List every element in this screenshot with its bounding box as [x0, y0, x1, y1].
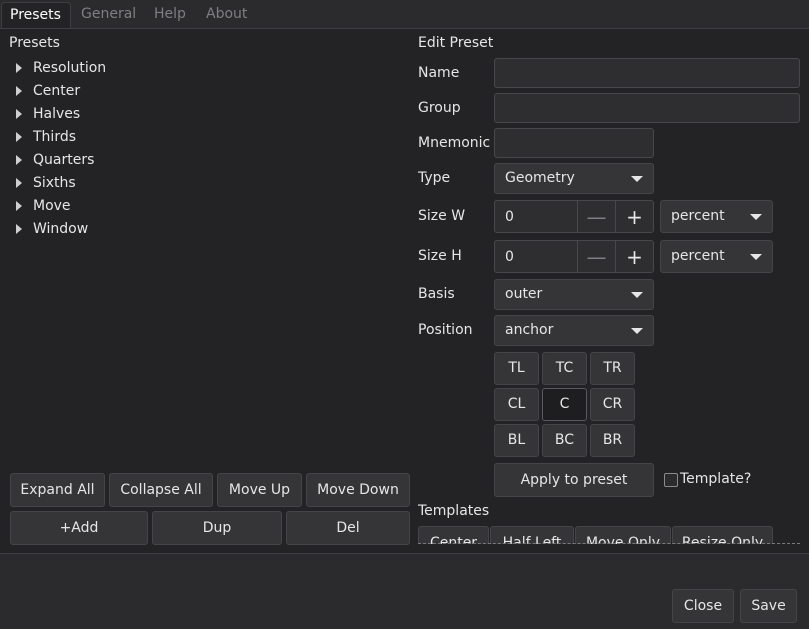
template-resize-only-button[interactable]: Resize Only	[672, 526, 773, 544]
minus-icon[interactable]: —	[577, 241, 615, 272]
size-h-value[interactable]: 0	[505, 241, 514, 272]
tree-item-label: Sixths	[33, 175, 76, 191]
tree-item-label: Move	[33, 198, 71, 214]
tab-help[interactable]: Help	[146, 2, 194, 28]
size-h-label: Size H	[418, 248, 462, 264]
anchor-br-button[interactable]: BR	[590, 424, 635, 457]
anchor-tr-button[interactable]: TR	[590, 352, 635, 385]
tab-presets[interactable]: Presets	[1, 2, 71, 28]
size-w-label: Size W	[418, 208, 466, 224]
del-button[interactable]: Del	[286, 511, 410, 545]
chevron-down-icon	[631, 291, 643, 298]
scroll-edge-divider	[418, 543, 800, 544]
anchor-tc-button[interactable]: TC	[542, 352, 587, 385]
tree-item-label: Thirds	[33, 129, 77, 145]
size-w-unit-value: percent	[671, 208, 725, 224]
tree-item-label: Center	[33, 83, 81, 99]
position-label: Position	[418, 322, 473, 338]
type-label: Type	[418, 170, 451, 186]
size-h-unit-dropdown[interactable]: percent	[660, 240, 773, 273]
expander-icon[interactable]	[16, 86, 22, 96]
type-dropdown[interactable]: Geometry	[494, 163, 654, 194]
save-button[interactable]: Save	[740, 589, 797, 623]
basis-dropdown[interactable]: outer	[494, 279, 654, 310]
expander-icon[interactable]	[16, 178, 22, 188]
move-down-button[interactable]: Move Down	[306, 473, 410, 507]
anchor-bc-button[interactable]: BC	[542, 424, 587, 457]
tree-item-halves[interactable]: Halves	[14, 103, 80, 125]
size-w-value[interactable]: 0	[505, 201, 514, 232]
type-value: Geometry	[505, 170, 575, 186]
template-move-only-button[interactable]: Move Only	[575, 526, 671, 544]
position-value: anchor	[505, 322, 554, 338]
tree-item-label: Window	[33, 221, 89, 237]
plus-icon[interactable]: +	[615, 241, 653, 272]
tree-item-resolution[interactable]: Resolution	[14, 57, 106, 79]
tree-item-quarters[interactable]: Quarters	[14, 149, 94, 171]
name-label: Name	[418, 65, 460, 81]
mnemonic-label: Mnemonic	[418, 135, 491, 151]
plus-icon[interactable]: +	[615, 201, 653, 232]
chevron-down-icon	[631, 327, 643, 334]
anchor-c-button[interactable]: C	[542, 388, 587, 421]
chevron-down-icon	[750, 253, 762, 260]
group-field[interactable]	[494, 93, 800, 123]
anchor-tl-button[interactable]: TL	[494, 352, 539, 385]
template-center-button[interactable]: Center	[418, 526, 489, 544]
size-h-unit-value: percent	[671, 248, 725, 264]
tab-about[interactable]: About	[198, 2, 255, 28]
collapse-all-button[interactable]: Collapse All	[109, 473, 213, 507]
name-field[interactable]	[494, 58, 800, 88]
template-half-left-button[interactable]: Half Left	[490, 526, 574, 544]
anchor-cl-button[interactable]: CL	[494, 388, 539, 421]
move-up-button[interactable]: Move Up	[217, 473, 302, 507]
expander-icon[interactable]	[16, 155, 22, 165]
expander-icon[interactable]	[16, 132, 22, 142]
expander-icon[interactable]	[16, 109, 22, 119]
expander-icon[interactable]	[16, 201, 22, 211]
template-checkbox-label[interactable]: Template?	[680, 471, 751, 487]
apply-to-preset-button[interactable]: Apply to preset	[494, 463, 654, 497]
templates-strip: Center Half Left Move Only Resize Only	[418, 526, 800, 544]
expander-icon[interactable]	[16, 224, 22, 234]
template-checkbox[interactable]	[664, 473, 678, 487]
expander-icon[interactable]	[16, 63, 22, 73]
tree-item-label: Halves	[33, 106, 81, 122]
size-w-spinner[interactable]: 0 — +	[494, 200, 654, 233]
chevron-down-icon	[631, 175, 643, 182]
dup-button[interactable]: Dup	[152, 511, 282, 545]
close-button[interactable]: Close	[672, 589, 734, 623]
tree-item-label: Quarters	[33, 152, 95, 168]
tree-item-sixths[interactable]: Sixths	[14, 172, 76, 194]
tree-item-move[interactable]: Move	[14, 195, 71, 217]
tree-item-label: Resolution	[33, 60, 107, 76]
tree-item-center[interactable]: Center	[14, 80, 80, 102]
size-h-spinner[interactable]: 0 — +	[494, 240, 654, 273]
basis-label: Basis	[418, 286, 455, 302]
tree-item-window[interactable]: Window	[14, 218, 88, 240]
position-dropdown[interactable]: anchor	[494, 315, 654, 346]
minus-icon[interactable]: —	[577, 201, 615, 232]
size-w-unit-dropdown[interactable]: percent	[660, 200, 773, 233]
group-label: Group	[418, 100, 461, 116]
tab-general[interactable]: General	[73, 2, 144, 28]
chevron-down-icon	[750, 213, 762, 220]
add-button[interactable]: +Add	[10, 511, 148, 545]
basis-value: outer	[505, 286, 543, 302]
tree-item-thirds[interactable]: Thirds	[14, 126, 76, 148]
anchor-bl-button[interactable]: BL	[494, 424, 539, 457]
templates-heading: Templates	[418, 503, 490, 519]
mnemonic-field[interactable]	[494, 128, 654, 158]
presets-heading: Presets	[9, 35, 60, 51]
anchor-cr-button[interactable]: CR	[590, 388, 635, 421]
edit-preset-heading: Edit Preset	[418, 35, 494, 51]
expand-all-button[interactable]: Expand All	[10, 473, 105, 507]
